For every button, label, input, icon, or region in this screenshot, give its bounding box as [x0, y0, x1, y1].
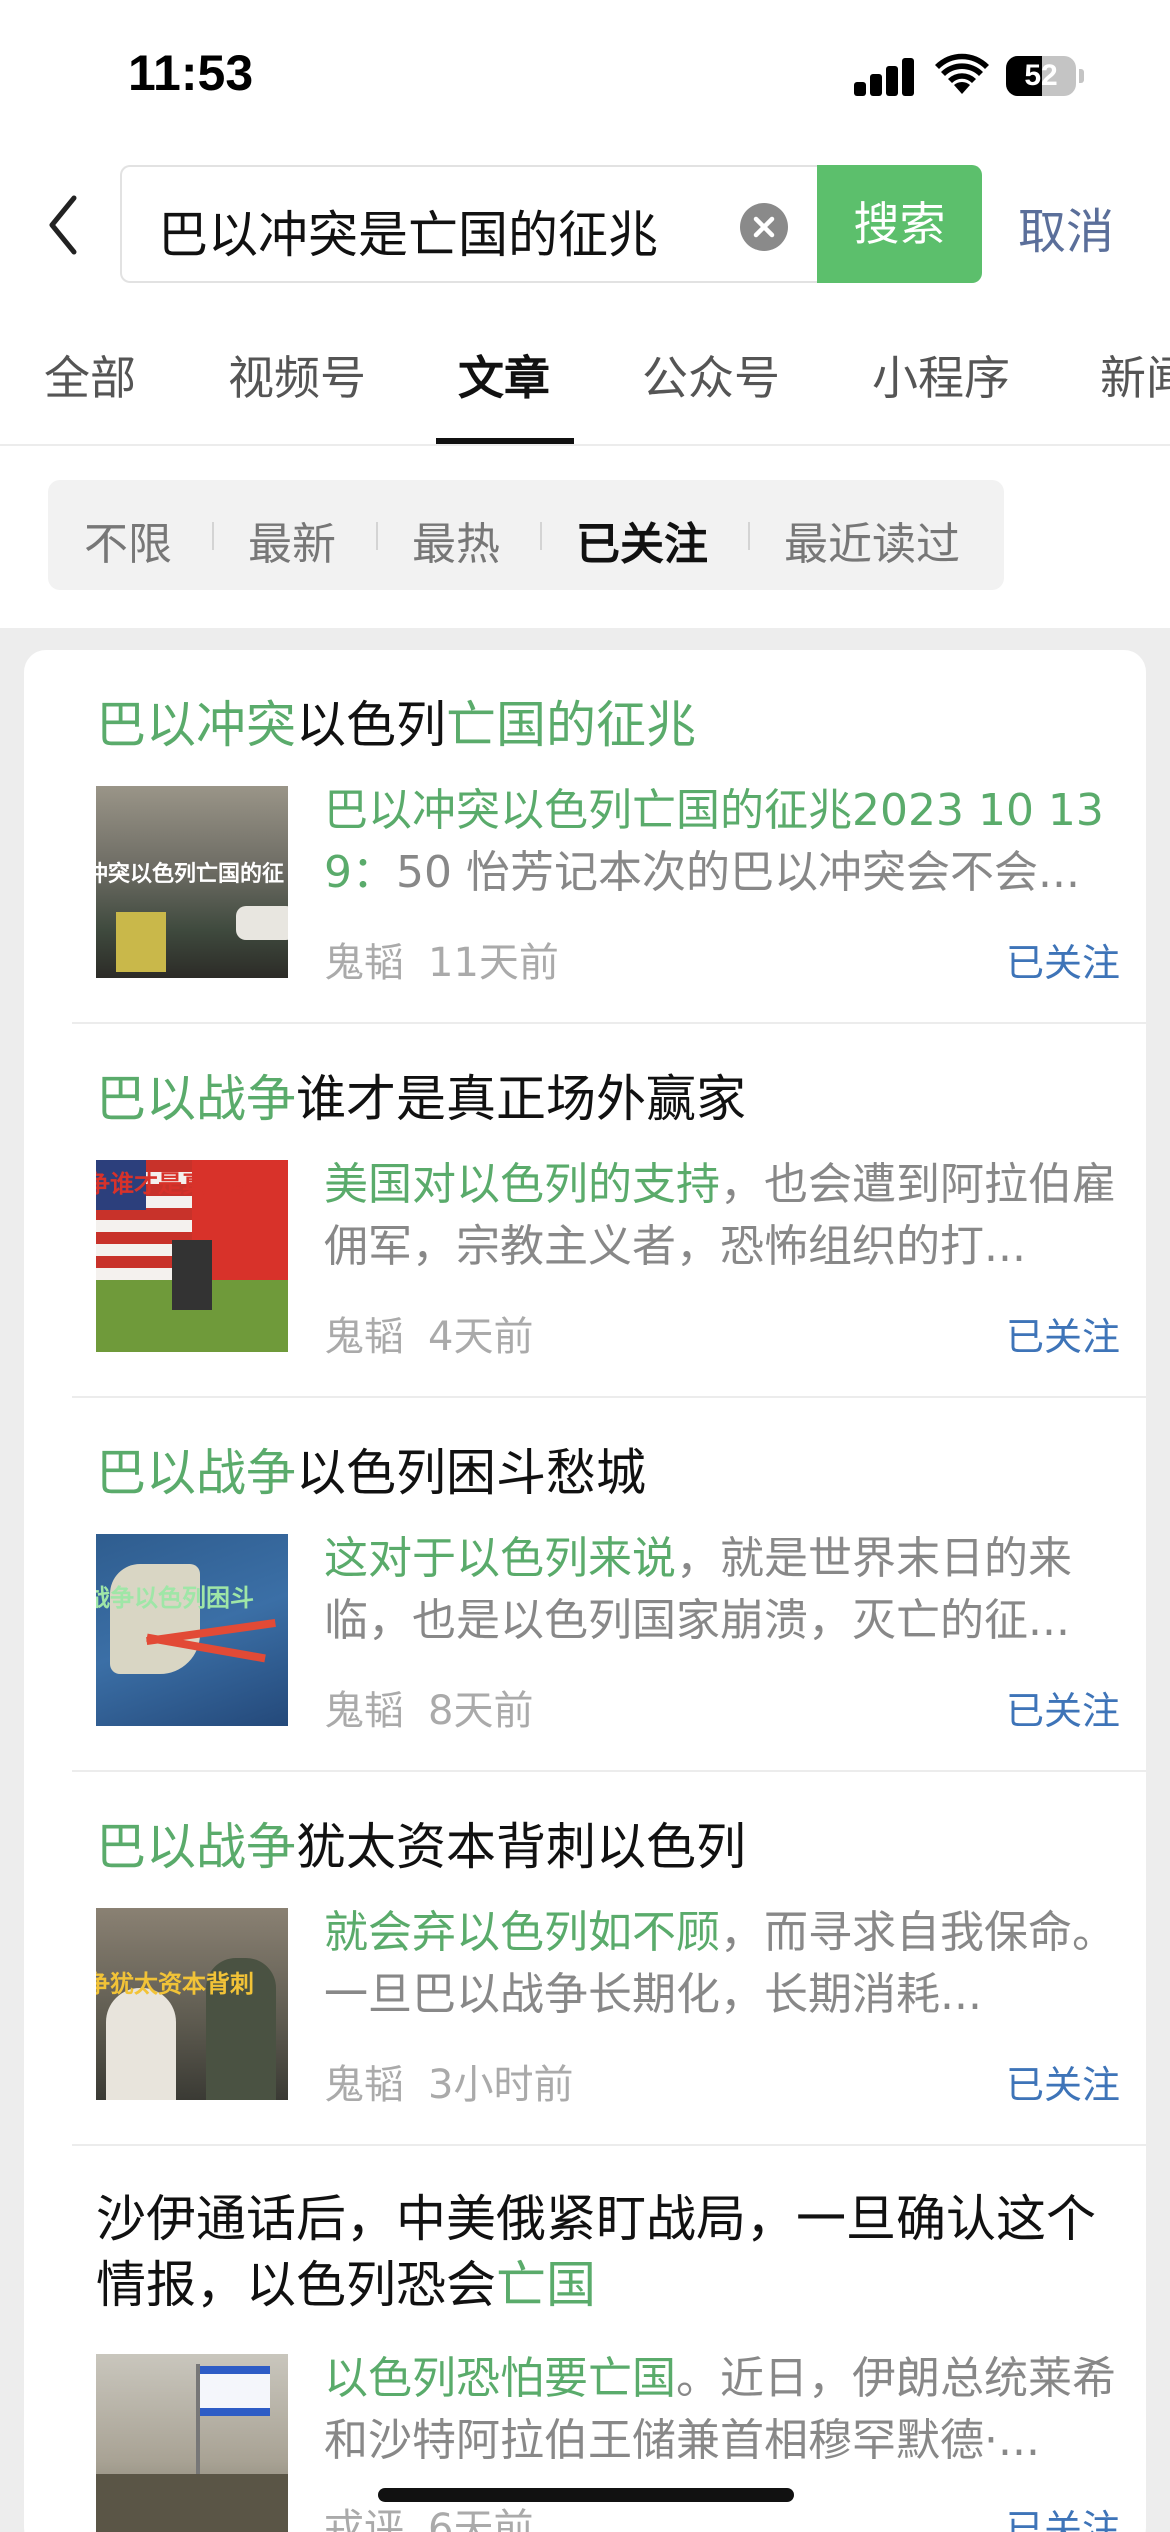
filter-divider: [376, 522, 378, 550]
article-title: 巴以战争谁才是真正场外赢家: [96, 1070, 746, 1128]
article-thumbnail: 争谁才是真正场: [96, 1160, 288, 1352]
tab-video[interactable]: 视频号: [228, 342, 366, 408]
article-title: 巴以战争犹太资本背刺以色列: [96, 1818, 746, 1876]
article-meta: 鬼韬 4天前: [324, 1304, 533, 1362]
article-excerpt: 就会弃以色列如不顾，而寻求自我保命。一旦巴以战争长期化，长期消耗...: [324, 1907, 1116, 2020]
article-excerpt: 巴以冲突以色列亡国的征兆2023 10 13 9：50 怡芳记本次的巴以冲突会不…: [324, 785, 1104, 898]
article-time: 3小时前: [428, 2062, 574, 2108]
battery-icon: 52: [1006, 56, 1084, 96]
article-thumbnail: 争犹太资本背刺: [96, 1908, 288, 2100]
filter-followed[interactable]: 已关注: [576, 508, 708, 572]
filter-bar: 不限 最新 最热 已关注 最近读过: [0, 448, 1170, 628]
tab-all[interactable]: 全部: [44, 342, 136, 408]
followed-badge: 已关注: [1005, 941, 1120, 985]
article-time: 4天前: [428, 1314, 534, 1360]
article-excerpt: 美国对以色列的支持，也会遭到阿拉伯雇佣军，宗教主义者，恐怖组织的打...: [324, 1159, 1116, 1272]
article-time: 8天前: [428, 1688, 534, 1734]
article-thumbnail: [96, 2354, 288, 2532]
filter-divider: [212, 522, 214, 550]
list-item[interactable]: 巴以战争以色列困斗愁城 战争以色列困斗 这对于以色列来说，就是世界末日的来临，也…: [72, 1398, 1146, 1772]
list-item[interactable]: 巴以战争谁才是真正场外赢家 争谁才是真正场 美国对以色列的支持，也会遭到阿拉伯雇…: [72, 1024, 1146, 1398]
results-card: 巴以冲突以色列亡国的征兆 冲突以色列亡国的征 巴以冲突以色列亡国的征兆2023 …: [24, 650, 1146, 2532]
article-meta: 鬼韬 8天前: [324, 1678, 533, 1736]
article-time: 11天前: [428, 940, 559, 986]
followed-badge: 已关注: [1005, 1315, 1120, 1359]
filter-latest[interactable]: 最新: [248, 508, 336, 572]
list-item[interactable]: 巴以战争犹太资本背刺以色列 争犹太资本背刺 就会弃以色列如不顾，而寻求自我保命。…: [72, 1772, 1146, 2146]
followed-badge: 已关注: [1005, 2063, 1120, 2107]
search-query: 巴以冲突是亡国的征兆: [158, 206, 658, 264]
cancel-button[interactable]: 取消: [1018, 192, 1114, 262]
status-time: 11:53: [128, 45, 254, 101]
article-source[interactable]: 鬼韬: [324, 1314, 404, 1360]
search-header: 巴以冲突是亡国的征兆 搜索 取消: [0, 160, 1170, 290]
article-time: 6天前: [428, 2506, 534, 2532]
filter-any[interactable]: 不限: [84, 508, 172, 572]
wifi-icon: [935, 52, 989, 96]
article-source[interactable]: 鬼韬: [324, 1688, 404, 1734]
clear-icon: [753, 216, 775, 238]
filter-divider: [540, 522, 542, 550]
category-tabs: 全部 视频号 文章 公众号 小程序 新闻: [0, 330, 1170, 446]
article-thumbnail: 战争以色列困斗: [96, 1534, 288, 1726]
followed-badge: 已关注: [1005, 1689, 1120, 1733]
search-button[interactable]: 搜索: [817, 165, 982, 283]
followed-badge: 已关注: [1005, 2507, 1120, 2532]
active-tab-indicator: [436, 438, 574, 444]
list-item[interactable]: 巴以冲突以色列亡国的征兆 冲突以色列亡国的征 巴以冲突以色列亡国的征兆2023 …: [72, 650, 1146, 1024]
article-source[interactable]: 鬼韬: [324, 940, 404, 986]
article-meta: 鬼韬 11天前: [324, 930, 559, 988]
search-input[interactable]: 巴以冲突是亡国的征兆: [120, 165, 820, 283]
status-bar: 11:53 52: [0, 0, 1170, 150]
article-meta: 鬼韬 3小时前: [324, 2052, 573, 2110]
article-excerpt: 这对于以色列来说，就是世界末日的来临，也是以色列国家崩溃，灭亡的征...: [324, 1533, 1072, 1646]
tab-official-accounts[interactable]: 公众号: [642, 342, 780, 408]
clear-button[interactable]: [740, 203, 788, 251]
home-indicator[interactable]: [378, 2488, 794, 2502]
filter-divider: [748, 522, 750, 550]
article-source[interactable]: 戎评: [324, 2506, 404, 2532]
tab-news[interactable]: 新闻: [1100, 342, 1170, 408]
signal-icon: [854, 58, 916, 96]
article-excerpt: 以色列恐怕要亡国。近日，伊朗总统莱希和沙特阿拉伯王储兼首相穆罕默德·...: [324, 2353, 1116, 2466]
filter-hottest[interactable]: 最热: [412, 508, 500, 572]
article-title: 巴以冲突以色列亡国的征兆: [96, 696, 696, 754]
article-thumbnail: 冲突以色列亡国的征: [96, 786, 288, 978]
list-item[interactable]: 沙伊通话后，中美俄紧盯战局，一旦确认这个情报，以色列恐会亡国 以色列恐怕要亡国。…: [72, 2146, 1146, 2532]
tab-mini-programs[interactable]: 小程序: [872, 342, 1010, 408]
back-chevron-icon: [49, 195, 77, 255]
tab-articles[interactable]: 文章: [458, 342, 550, 408]
filter-pill: 不限 最新 最热 已关注 最近读过: [48, 480, 1004, 590]
back-button[interactable]: [40, 190, 92, 260]
filter-recently-read[interactable]: 最近读过: [784, 508, 960, 572]
article-source[interactable]: 鬼韬: [324, 2062, 404, 2108]
battery-level: 52: [1024, 59, 1058, 92]
article-title: 巴以战争以色列困斗愁城: [96, 1444, 646, 1502]
article-title: 沙伊通话后，中美俄紧盯战局，一旦确认这个情报，以色列恐会亡国: [96, 2190, 1096, 2314]
